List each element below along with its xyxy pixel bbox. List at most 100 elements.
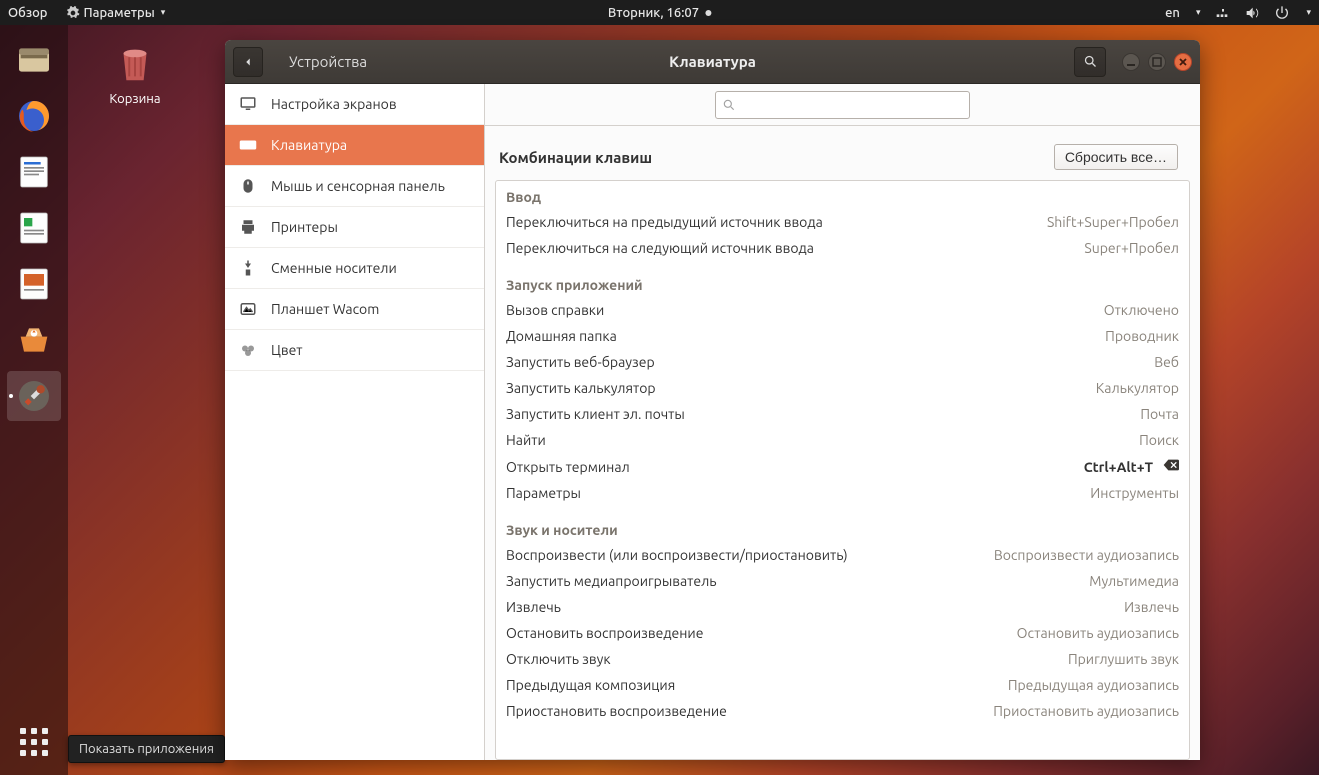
shortcut-label: Найти <box>506 432 546 448</box>
sidebar-item-keyboard[interactable]: Клавиатура <box>225 125 484 166</box>
shortcut-label: Домашняя папка <box>506 328 617 344</box>
input-language-indicator[interactable]: en <box>1165 6 1180 20</box>
trash-icon-desktop[interactable]: Корзина <box>95 40 175 106</box>
window-title: Клавиатура <box>669 53 756 70</box>
sidebar-item-label: Настройка экранов <box>271 96 397 112</box>
dock-firefox[interactable] <box>7 91 61 141</box>
shortcut-label: Приостановить воспроизведение <box>506 703 727 719</box>
printer-icon <box>239 218 257 236</box>
shortcut-label: Воспроизвести (или воспроизвести/приоста… <box>506 547 848 563</box>
shortcut-row[interactable]: Запустить клиент эл. почтыПочта <box>496 401 1189 427</box>
shortcut-label: Извлечь <box>506 599 561 615</box>
dock-software[interactable] <box>7 315 61 365</box>
main-panel: Комбинации клавиш Сбросить все… ВводПере… <box>485 84 1200 760</box>
chevron-down-icon: ▾ <box>1196 7 1201 18</box>
shortcut-row[interactable]: Домашняя папка Проводник <box>496 323 1189 349</box>
dock-settings[interactable] <box>7 371 61 421</box>
shortcut-value: Ctrl+Alt+T <box>1084 459 1153 475</box>
chevron-down-icon: ▾ <box>1306 7 1311 18</box>
sidebar-item-color[interactable]: Цвет <box>225 330 484 371</box>
mouse-icon <box>239 177 257 195</box>
search-bar-row <box>485 84 1200 126</box>
shortcut-value: Приглушить звук <box>1068 651 1179 667</box>
dock-files[interactable] <box>7 35 61 85</box>
chevron-down-icon: ▾ <box>161 7 166 18</box>
shortcut-value: Поиск <box>1139 432 1179 448</box>
shortcut-row[interactable]: Отключить звукПриглушить звук <box>496 646 1189 672</box>
titlebar-search-button[interactable] <box>1074 47 1106 77</box>
sidebar-item-label: Цвет <box>271 342 303 358</box>
network-icon[interactable] <box>1214 5 1230 21</box>
shortcut-row[interactable]: Приостановить воспроизведение Приостанови… <box>496 698 1189 724</box>
shortcut-label: Запустить калькулятор <box>506 380 656 396</box>
dock-writer[interactable] <box>7 147 61 197</box>
window-maximize-button[interactable] <box>1148 53 1166 71</box>
shortcut-value: Приостановить аудиозапись <box>993 703 1179 719</box>
sidebar-item-wacom[interactable]: Планшет Wacom <box>225 289 484 330</box>
sidebar-item-removable[interactable]: Сменные носители <box>225 248 484 289</box>
sidebar-item-label: Клавиатура <box>271 137 347 153</box>
search-box[interactable] <box>715 91 970 119</box>
trash-icon <box>112 40 158 86</box>
shortcut-row[interactable]: ПараметрыИнструменты <box>496 480 1189 506</box>
shortcut-row[interactable]: Остановить воспроизведение Остановить ауд… <box>496 620 1189 646</box>
shortcut-label: Переключиться на предыдущий источник вво… <box>506 214 823 230</box>
top-bar: Обзор Параметры ▾ Вторник, 16:07 en ▾ ▾ <box>0 0 1319 25</box>
settings-sidebar: Настройка экранов Клавиатура Мышь и сенс… <box>225 84 485 760</box>
shortcut-row[interactable]: Переключиться на следующий источник ввод… <box>496 235 1189 261</box>
sidebar-item-printers[interactable]: Принтеры <box>225 207 484 248</box>
sidebar-item-label: Мышь и сенсорная панель <box>271 178 445 194</box>
dock-impress[interactable] <box>7 259 61 309</box>
usb-icon <box>239 259 257 277</box>
dock-tooltip: Показать приложения <box>68 735 225 763</box>
shortcut-label: Остановить воспроизведение <box>506 625 703 641</box>
show-applications-button[interactable] <box>7 717 61 767</box>
dock-calc[interactable] <box>7 203 61 253</box>
dock <box>0 25 68 775</box>
shortcut-row[interactable]: Извлечь Извлечь <box>496 594 1189 620</box>
shortcut-row[interactable]: Переключиться на предыдущий источник вво… <box>496 209 1189 235</box>
trash-label: Корзина <box>95 92 175 106</box>
shortcut-label: Вызов справки <box>506 302 604 318</box>
shortcut-value: Отключено <box>1104 302 1179 318</box>
shortcut-label: Запустить клиент эл. почты <box>506 406 685 422</box>
shortcut-row[interactable]: Запустить калькулятор Калькулятор <box>496 375 1189 401</box>
delete-shortcut-icon[interactable] <box>1163 458 1179 475</box>
shortcut-label: Запустить веб-браузер <box>506 354 655 370</box>
window-titlebar: Устройства Клавиатура <box>225 40 1200 84</box>
shortcut-label: Переключиться на следующий источник ввод… <box>506 240 814 256</box>
back-button[interactable] <box>233 47 263 77</box>
gear-icon <box>66 6 80 20</box>
shortcut-value: Предыдущая аудиозапись <box>1008 677 1179 693</box>
activities-button[interactable]: Обзор <box>8 6 48 20</box>
shortcut-row[interactable]: Открыть терминалCtrl+Alt+T <box>496 453 1189 480</box>
shortcut-row[interactable]: Найти Поиск <box>496 427 1189 453</box>
clock[interactable]: Вторник, 16:07 <box>608 6 699 20</box>
shortcut-row[interactable]: Вызов справки Отключено <box>496 297 1189 323</box>
shortcut-value: Остановить аудиозапись <box>1017 625 1179 641</box>
window-minimize-button[interactable] <box>1122 53 1140 71</box>
shortcut-value: Извлечь <box>1124 599 1179 615</box>
display-icon <box>239 95 257 113</box>
shortcut-value: Shift+Super+Пробел <box>1047 214 1179 230</box>
power-icon[interactable] <box>1274 5 1290 21</box>
window-close-button[interactable] <box>1174 53 1192 71</box>
shortcut-value: Super+Пробел <box>1084 240 1179 256</box>
shortcut-value: Проводник <box>1105 328 1179 344</box>
sidebar-item-mouse[interactable]: Мышь и сенсорная панель <box>225 166 484 207</box>
shortcut-label: Предыдущая композиция <box>506 677 675 693</box>
shortcut-value: Калькулятор <box>1096 380 1179 396</box>
volume-icon[interactable] <box>1244 5 1260 21</box>
search-icon <box>722 98 736 112</box>
shortcut-list[interactable]: ВводПереключиться на предыдущий источник… <box>495 180 1190 760</box>
shortcut-row[interactable]: Воспроизвести (или воспроизвести/приоста… <box>496 542 1189 568</box>
sidebar-item-label: Планшет Wacom <box>271 301 379 317</box>
app-menu[interactable]: Параметры <box>84 6 155 20</box>
sidebar-item-displays[interactable]: Настройка экранов <box>225 84 484 125</box>
shortcut-value: Веб <box>1154 354 1179 370</box>
search-input[interactable] <box>740 97 963 112</box>
shortcut-row[interactable]: Предыдущая композиция Предыдущая аудиозап… <box>496 672 1189 698</box>
shortcut-row[interactable]: Запустить медиапроигрывательМультимедиа <box>496 568 1189 594</box>
reset-all-button[interactable]: Сбросить все… <box>1054 144 1178 170</box>
shortcut-row[interactable]: Запустить веб-браузер Веб <box>496 349 1189 375</box>
